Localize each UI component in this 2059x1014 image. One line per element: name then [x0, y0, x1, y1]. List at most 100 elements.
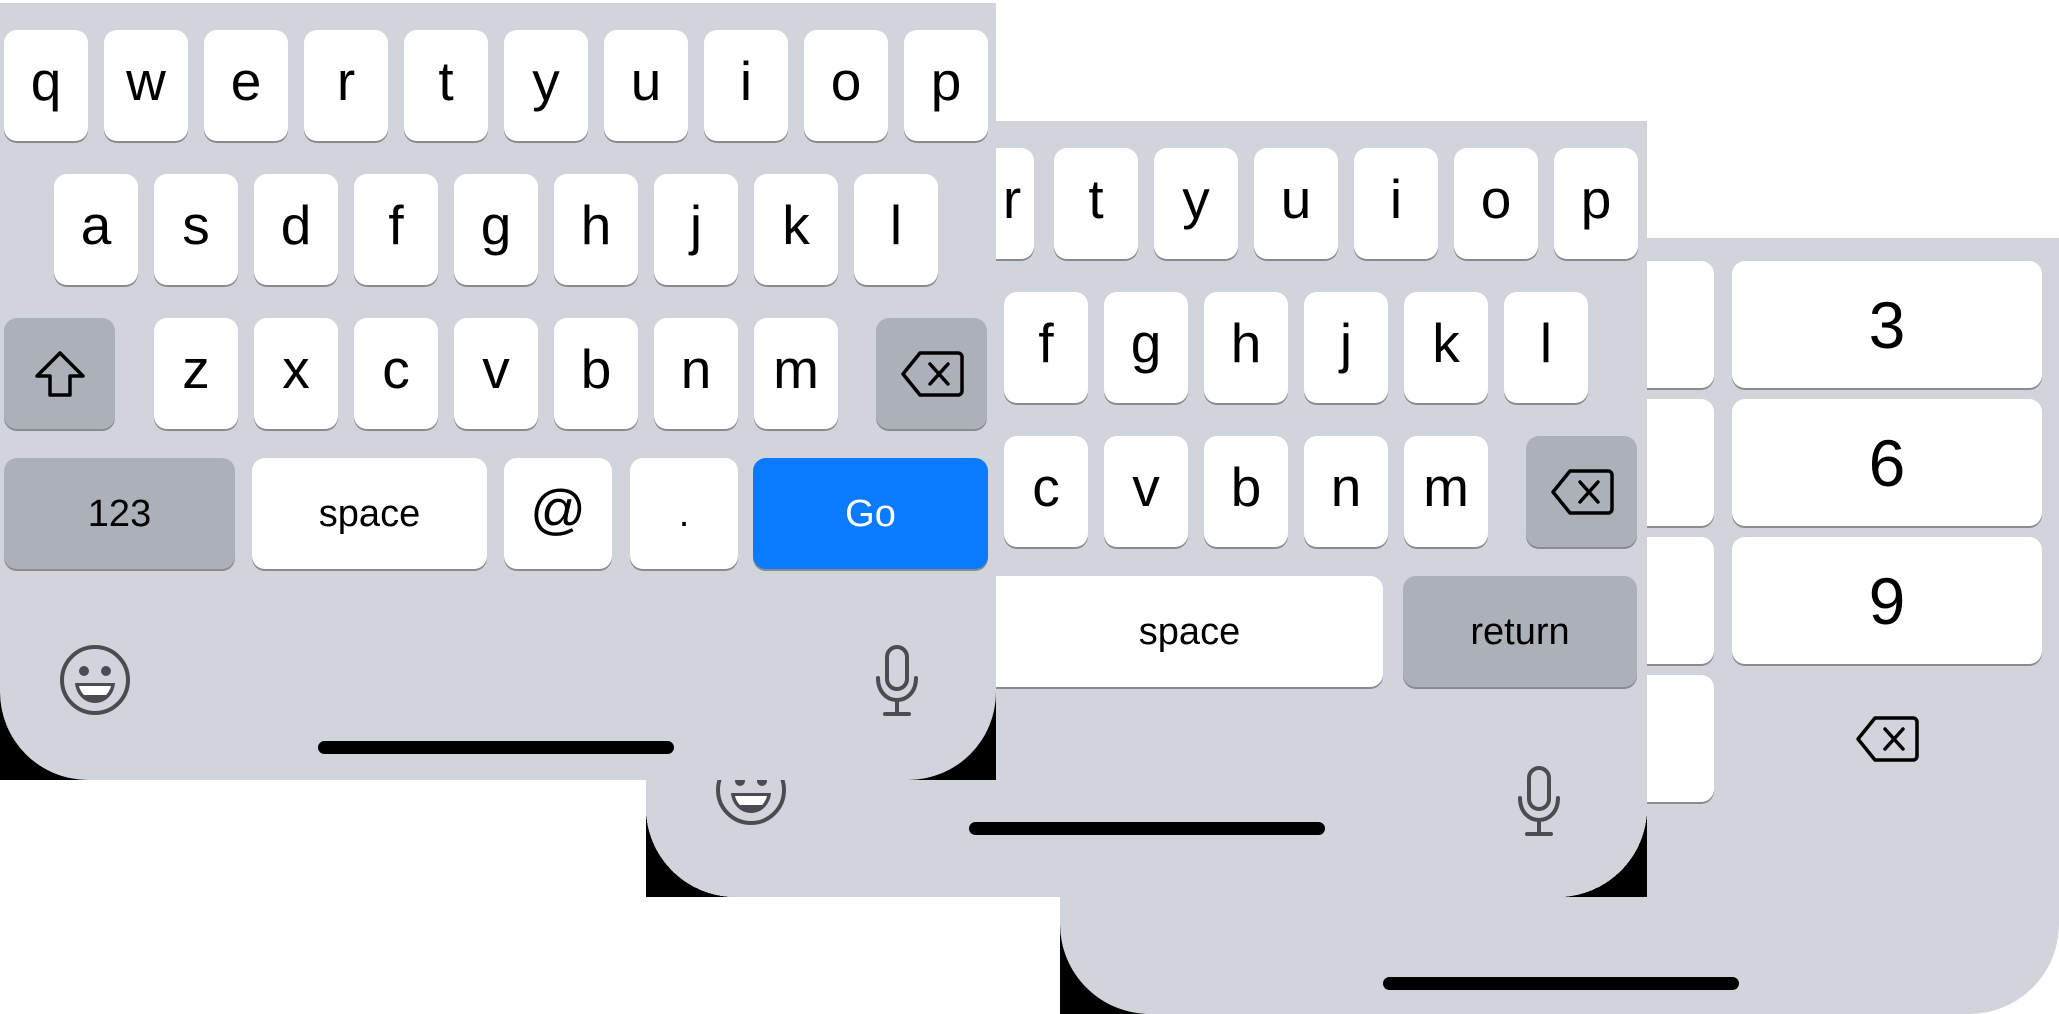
- delete-icon: [1550, 468, 1614, 515]
- key-label: f: [388, 194, 404, 256]
- email-key-g[interactable]: g: [454, 174, 538, 285]
- default-return-button[interactable]: return: [1403, 576, 1637, 687]
- key-label: a: [80, 194, 112, 256]
- email-key-v[interactable]: v: [454, 318, 538, 429]
- key-label: c: [1032, 456, 1060, 518]
- default-key-h[interactable]: h: [1204, 292, 1288, 403]
- return-label: return: [1470, 610, 1570, 653]
- email-shift-button[interactable]: [4, 318, 115, 429]
- key-label: h: [580, 194, 612, 256]
- key-label: q: [30, 50, 62, 112]
- default-key-r[interactable]: r: [996, 148, 1034, 259]
- default-key-p[interactable]: p: [1554, 148, 1638, 259]
- default-key-l[interactable]: l: [1504, 292, 1588, 403]
- key-label: b: [1230, 456, 1262, 518]
- email-home-indicator: [318, 741, 674, 754]
- email-dot-button[interactable]: .: [630, 458, 738, 569]
- delete-icon: [900, 350, 964, 397]
- email-key-d[interactable]: d: [254, 174, 338, 285]
- email-key-q[interactable]: q: [4, 30, 88, 141]
- key-label: y: [532, 50, 560, 112]
- email-key-i[interactable]: i: [704, 30, 788, 141]
- key-label: z: [182, 338, 210, 400]
- key-label: g: [480, 194, 512, 256]
- email-key-u[interactable]: u: [604, 30, 688, 141]
- email-key-t[interactable]: t: [404, 30, 488, 141]
- email-delete-button[interactable]: [876, 318, 987, 429]
- key-label: l: [1539, 312, 1553, 374]
- default-key-y[interactable]: y: [1154, 148, 1238, 259]
- key-label: l: [889, 194, 903, 256]
- email-space-button[interactable]: space: [252, 458, 487, 569]
- email-key-o[interactable]: o: [804, 30, 888, 141]
- default-key-m[interactable]: m: [1404, 436, 1488, 547]
- space-label: space: [1138, 610, 1241, 653]
- key-label: i: [1389, 168, 1403, 230]
- dot-label: .: [678, 492, 690, 535]
- email-key-z[interactable]: z: [154, 318, 238, 429]
- go-label: Go: [845, 492, 896, 535]
- email-key-k[interactable]: k: [754, 174, 838, 285]
- email-key-s[interactable]: s: [154, 174, 238, 285]
- key-label: s: [182, 194, 210, 256]
- microphone-icon: [1518, 780, 1560, 836]
- email-key-h[interactable]: h: [554, 174, 638, 285]
- key-label: p: [1580, 168, 1612, 230]
- key-label: d: [280, 194, 312, 256]
- email-key-p[interactable]: p: [904, 30, 988, 141]
- email-key-x[interactable]: x: [254, 318, 338, 429]
- key-label: g: [1130, 312, 1162, 374]
- default-key-b[interactable]: b: [1204, 436, 1288, 547]
- email-key-m[interactable]: m: [754, 318, 838, 429]
- email-key-e[interactable]: e: [204, 30, 288, 141]
- default-key-k[interactable]: k: [1404, 292, 1488, 403]
- default-key-v[interactable]: v: [1104, 436, 1188, 547]
- key-label: y: [1182, 168, 1210, 230]
- numbers-label: 123: [87, 492, 152, 535]
- default-delete-button[interactable]: [1526, 436, 1637, 547]
- default-key-n[interactable]: n: [1304, 436, 1388, 547]
- key-label: b: [580, 338, 612, 400]
- default-key-o[interactable]: o: [1454, 148, 1538, 259]
- email-key-c[interactable]: c: [354, 318, 438, 429]
- default-key-u[interactable]: u: [1254, 148, 1338, 259]
- default-key-c[interactable]: c: [1004, 436, 1088, 547]
- email-numbers-button[interactable]: 123: [4, 458, 235, 569]
- default-key-i[interactable]: i: [1354, 148, 1438, 259]
- email-key-b[interactable]: b: [554, 318, 638, 429]
- key-label: f: [1038, 312, 1054, 374]
- email-key-w[interactable]: w: [104, 30, 188, 141]
- email-key-a[interactable]: a: [54, 174, 138, 285]
- at-label: @: [530, 478, 586, 540]
- key-label: u: [1280, 168, 1312, 230]
- email-key-y[interactable]: y: [504, 30, 588, 141]
- default-space-button[interactable]: space: [996, 576, 1383, 687]
- default-key-t[interactable]: t: [1054, 148, 1138, 259]
- key-label: h: [1230, 312, 1262, 374]
- email-emoji-button[interactable]: [55, 640, 135, 720]
- key-label: k: [1432, 312, 1460, 374]
- email-keyboard-front: q w e r t y u i o p a s d f g h j k l z …: [0, 3, 996, 780]
- email-dictation-button[interactable]: [862, 636, 932, 726]
- key-label: n: [1330, 456, 1362, 518]
- key-label: m: [773, 338, 819, 400]
- email-key-r[interactable]: r: [304, 30, 388, 141]
- emoji-icon: [60, 645, 130, 715]
- default-dictation-button-lower[interactable]: [1504, 780, 1574, 846]
- microphone-icon: [876, 645, 918, 716]
- key-label: m: [1423, 456, 1469, 518]
- email-key-f[interactable]: f: [354, 174, 438, 285]
- key-label: p: [930, 50, 962, 112]
- default-key-f[interactable]: f: [1004, 292, 1088, 403]
- email-key-j[interactable]: j: [654, 174, 738, 285]
- email-go-button[interactable]: Go: [753, 458, 988, 569]
- email-key-l[interactable]: l: [854, 174, 938, 285]
- shift-icon: [34, 350, 85, 397]
- email-key-n[interactable]: n: [654, 318, 738, 429]
- key-label: w: [126, 50, 166, 112]
- default-key-g[interactable]: g: [1104, 292, 1188, 403]
- email-at-button[interactable]: @: [504, 458, 612, 569]
- emoji-icon: [716, 780, 786, 825]
- default-emoji-button[interactable]: [711, 780, 791, 830]
- default-key-j[interactable]: j: [1304, 292, 1388, 403]
